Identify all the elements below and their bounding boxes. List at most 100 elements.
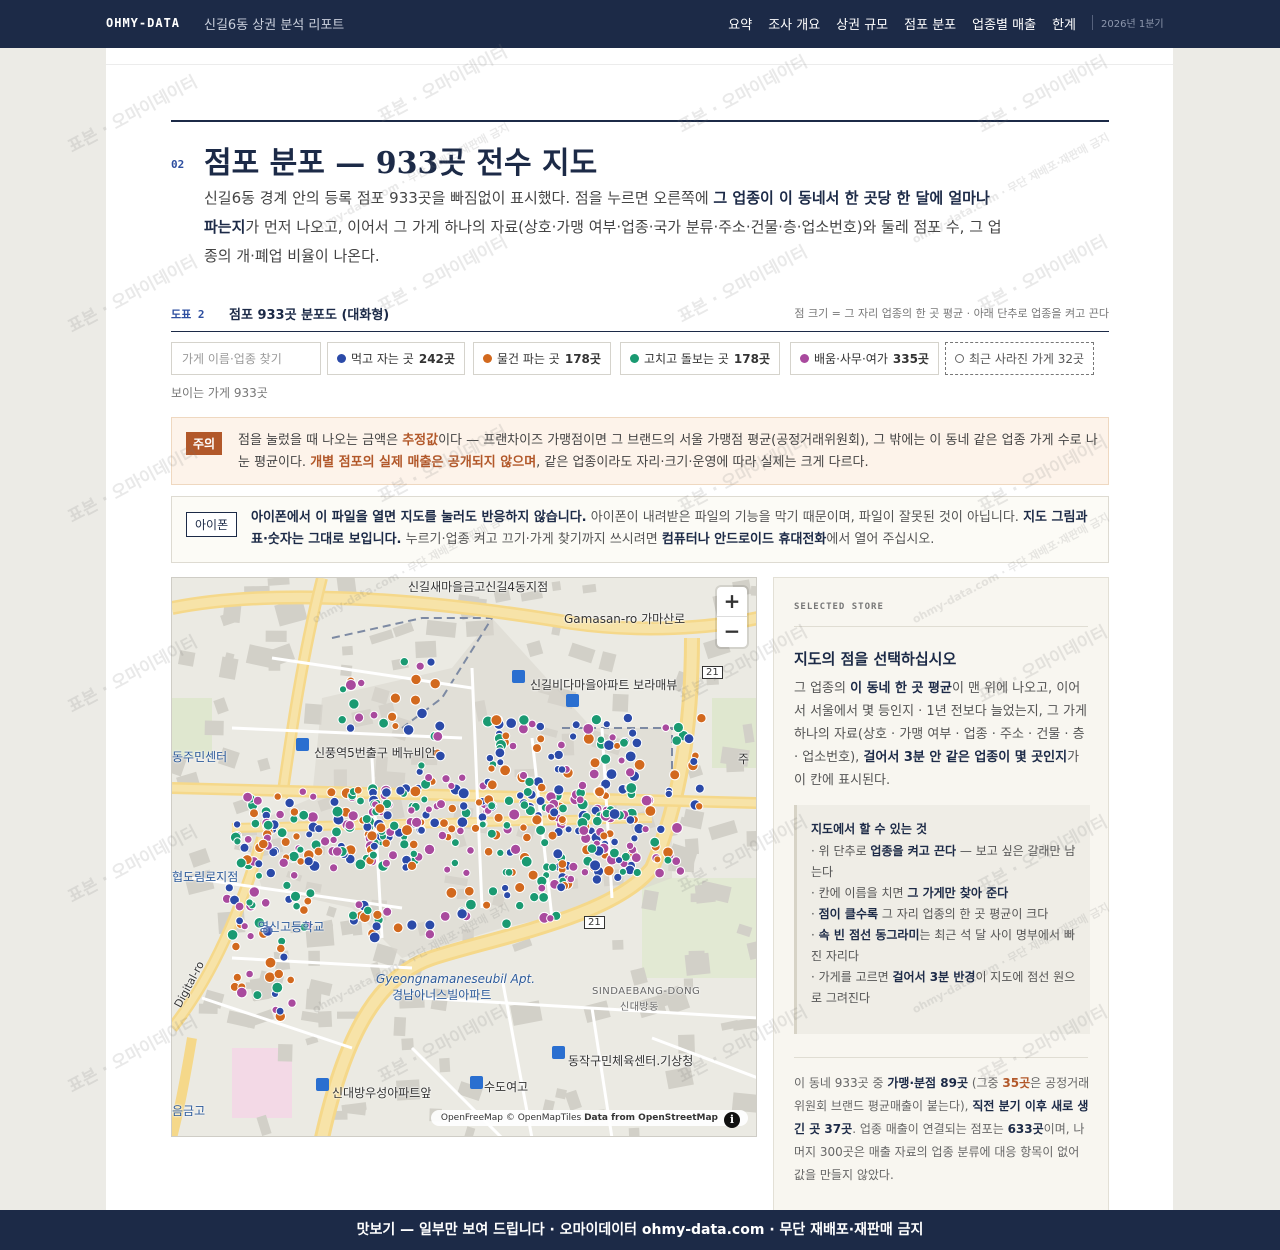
store-marker[interactable]: [493, 812, 504, 823]
store-marker[interactable]: [399, 657, 410, 667]
filter-chip-closed-stores[interactable]: 최근 사라진 가게 32곳: [945, 342, 1095, 375]
store-marker[interactable]: [532, 743, 542, 754]
store-marker[interactable]: [299, 905, 309, 915]
filter-chip-education-office[interactable]: 배움·사무·여가 335곳: [790, 342, 939, 375]
store-marker[interactable]: [326, 787, 337, 798]
store-marker[interactable]: [305, 888, 316, 899]
store-marker[interactable]: [443, 865, 452, 874]
store-marker[interactable]: [307, 811, 319, 824]
store-marker[interactable]: [388, 850, 398, 861]
store-marker[interactable]: [356, 796, 365, 806]
store-marker[interactable]: [578, 825, 590, 836]
store-marker[interactable]: [618, 867, 627, 876]
store-marker[interactable]: [279, 952, 289, 962]
store-marker[interactable]: [669, 769, 681, 781]
store-marker[interactable]: [487, 886, 499, 897]
store-marker[interactable]: [382, 906, 393, 917]
store-marker[interactable]: [536, 782, 547, 793]
store-marker[interactable]: [625, 841, 635, 850]
store-marker[interactable]: [603, 865, 615, 877]
store-marker[interactable]: [246, 932, 255, 941]
store-marker[interactable]: [672, 721, 684, 734]
store-marker[interactable]: [510, 843, 522, 855]
store-marker[interactable]: [695, 802, 704, 811]
store-marker[interactable]: [641, 825, 650, 834]
store-marker[interactable]: [447, 803, 457, 814]
nav-summary[interactable]: 요약: [728, 14, 752, 33]
store-marker[interactable]: [416, 707, 428, 720]
store-marker[interactable]: [501, 918, 512, 930]
store-marker[interactable]: [549, 807, 560, 818]
store-marker[interactable]: [368, 850, 378, 860]
store-marker[interactable]: [571, 720, 581, 730]
store-marker[interactable]: [631, 737, 643, 749]
store-marker[interactable]: [296, 845, 305, 854]
store-marker[interactable]: [522, 832, 532, 843]
store-marker[interactable]: [456, 908, 468, 920]
store-marker[interactable]: [276, 827, 288, 839]
brand-logo[interactable]: OHMY-DATA: [106, 16, 180, 30]
store-marker[interactable]: [381, 838, 391, 848]
store-marker[interactable]: [547, 752, 556, 761]
store-marker[interactable]: [409, 785, 422, 798]
store-marker[interactable]: [529, 892, 540, 903]
store-marker[interactable]: [609, 847, 620, 859]
store-marker[interactable]: [459, 801, 469, 811]
store-marker[interactable]: [671, 822, 683, 834]
store-marker[interactable]: [289, 890, 302, 902]
nav-store-distribution[interactable]: 점포 분포: [904, 14, 956, 33]
store-marker[interactable]: [439, 911, 451, 922]
store-marker[interactable]: [552, 848, 564, 860]
store-marker[interactable]: [447, 824, 457, 834]
store-marker[interactable]: [522, 787, 533, 797]
store-marker[interactable]: [689, 757, 699, 766]
store-map[interactable]: 신길새마을금고신길4동지점 Gamasan-ro 가마산로 신길비다마을아파트 …: [171, 577, 757, 1137]
store-marker[interactable]: [505, 717, 518, 729]
store-marker[interactable]: [363, 905, 373, 916]
store-marker[interactable]: [486, 779, 498, 791]
store-marker[interactable]: [664, 789, 673, 799]
store-marker[interactable]: [395, 785, 406, 796]
store-marker[interactable]: [374, 803, 386, 814]
store-marker[interactable]: [437, 830, 448, 841]
store-marker[interactable]: [445, 886, 458, 899]
store-marker[interactable]: [624, 750, 637, 763]
store-marker[interactable]: [354, 900, 364, 910]
store-marker[interactable]: [450, 858, 460, 868]
store-marker[interactable]: [361, 814, 372, 824]
store-marker[interactable]: [564, 825, 573, 834]
store-marker[interactable]: [348, 698, 360, 710]
store-marker[interactable]: [499, 764, 512, 777]
store-marker[interactable]: [329, 796, 340, 807]
store-marker[interactable]: [536, 734, 546, 744]
store-marker[interactable]: [527, 869, 539, 881]
store-marker[interactable]: [296, 857, 305, 866]
store-marker[interactable]: [518, 714, 530, 726]
store-marker[interactable]: [482, 900, 492, 910]
store-marker[interactable]: [535, 721, 546, 732]
store-marker[interactable]: [235, 916, 244, 926]
store-marker[interactable]: [354, 858, 367, 871]
store-marker[interactable]: [540, 838, 550, 848]
store-marker[interactable]: [432, 731, 444, 742]
store-marker[interactable]: [535, 824, 547, 836]
store-marker[interactable]: [424, 773, 434, 782]
store-marker[interactable]: [456, 816, 469, 828]
store-marker[interactable]: [429, 817, 441, 829]
store-marker[interactable]: [417, 825, 426, 835]
store-marker[interactable]: [519, 823, 528, 832]
store-marker[interactable]: [329, 835, 338, 845]
store-marker[interactable]: [605, 768, 618, 781]
store-marker[interactable]: [368, 931, 381, 944]
store-marker[interactable]: [596, 735, 606, 745]
store-marker[interactable]: [483, 846, 494, 857]
store-marker[interactable]: [553, 749, 564, 761]
store-marker[interactable]: [286, 975, 295, 985]
store-marker[interactable]: [514, 882, 526, 893]
store-marker[interactable]: [289, 807, 300, 817]
store-marker[interactable]: [424, 805, 433, 814]
store-marker[interactable]: [264, 956, 277, 969]
store-marker[interactable]: [566, 874, 576, 884]
store-marker[interactable]: [496, 848, 505, 857]
store-marker[interactable]: [372, 909, 383, 920]
